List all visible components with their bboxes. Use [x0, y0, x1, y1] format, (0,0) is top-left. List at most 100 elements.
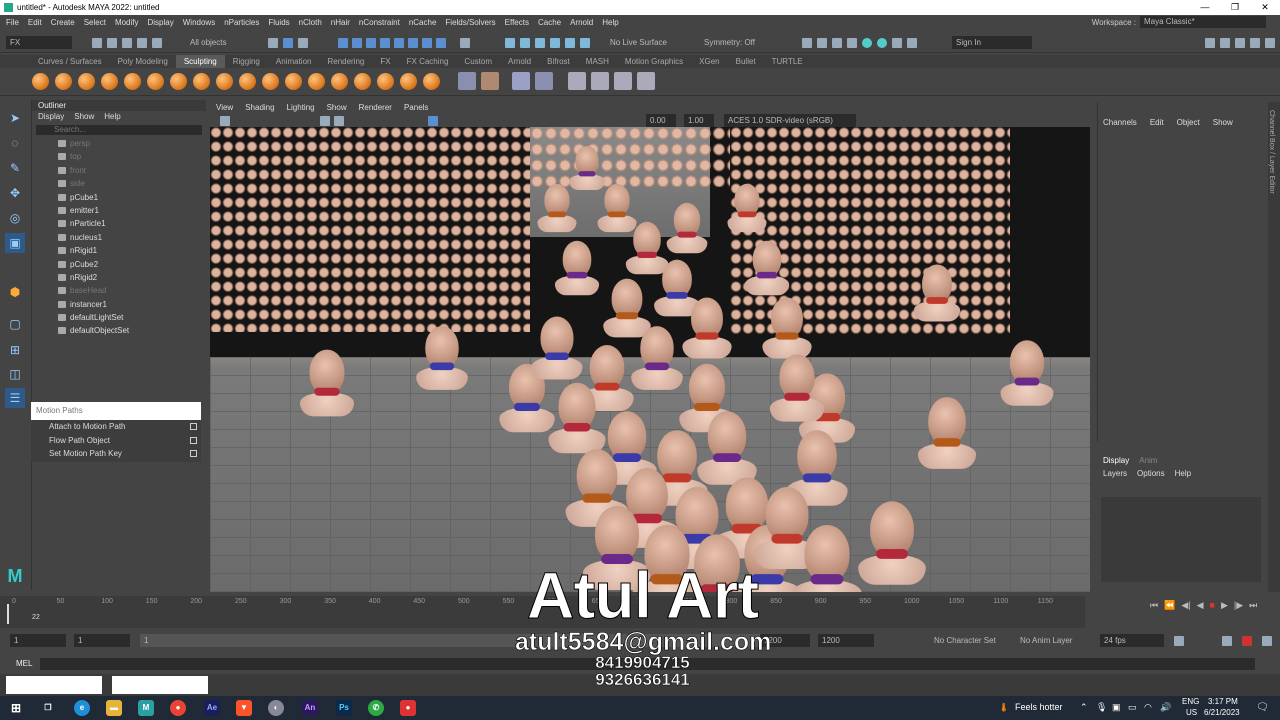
outliner-item[interactable]: nRigid2 — [32, 271, 206, 284]
step-forward-icon[interactable]: |▶ — [1234, 600, 1243, 611]
selection-mask-dropdown[interactable]: All objects — [186, 36, 256, 49]
outliner-item[interactable]: top — [32, 150, 206, 163]
spray-tool-icon[interactable] — [193, 73, 210, 90]
whatsapp-icon[interactable]: ✆ — [368, 700, 384, 716]
edge-browser-icon[interactable]: e — [74, 700, 90, 716]
repeat-tool-icon[interactable] — [216, 73, 233, 90]
panel-menu-renderer[interactable]: Renderer — [359, 102, 392, 114]
panel-menu-show[interactable]: Show — [327, 102, 347, 114]
wax-tool-icon[interactable] — [262, 73, 279, 90]
network-icon[interactable]: ▭ — [1128, 702, 1137, 713]
layer-tab-anim[interactable]: Anim — [1139, 455, 1157, 466]
mic-icon[interactable]: 🎙 — [1096, 702, 1107, 713]
scale-tool-icon[interactable]: ▣ — [5, 233, 25, 253]
restore-icon[interactable]: ❐ — [1220, 0, 1250, 15]
snap-curve-icon[interactable] — [520, 38, 530, 48]
fps-dropdown[interactable]: 24 fps — [1100, 634, 1164, 647]
select-object-icon[interactable] — [283, 38, 293, 48]
mel-label[interactable]: MEL — [16, 659, 32, 668]
mask-icon-2[interactable] — [352, 38, 362, 48]
outliner-item[interactable]: emitter1 — [32, 204, 206, 217]
shelf-tab-sculpting[interactable]: Sculpting — [175, 55, 225, 68]
knife-tool-icon[interactable] — [331, 73, 348, 90]
clock-date[interactable]: 6/21/2023 — [1204, 708, 1240, 717]
layer-menu-options[interactable]: Options — [1137, 469, 1165, 478]
menu-help[interactable]: Help — [602, 18, 618, 27]
viewport-3d[interactable] — [210, 127, 1090, 592]
hypershade-icon[interactable] — [862, 38, 872, 48]
windows-start-icon[interactable]: ⊞ — [8, 700, 24, 716]
render-view-icon[interactable] — [892, 38, 902, 48]
app-icon[interactable]: ◐ — [268, 700, 284, 716]
shelf-tab-turtle[interactable]: TURTLE — [764, 55, 811, 68]
lock-icon[interactable] — [460, 38, 470, 48]
snap-grid-icon[interactable] — [505, 38, 515, 48]
preferences-icon[interactable] — [1262, 636, 1272, 646]
recorder-icon[interactable]: ● — [400, 700, 416, 716]
step-back-icon[interactable]: ◀| — [1181, 600, 1190, 611]
panel-menu-lighting[interactable]: Lighting — [287, 102, 315, 114]
option-box-icon[interactable] — [190, 436, 197, 444]
outliner-item[interactable]: nRigid1 — [32, 244, 206, 257]
shelf-tab-arnold[interactable]: Arnold — [500, 55, 539, 68]
channel-menu-channels[interactable]: Channels — [1103, 118, 1137, 127]
outliner-item[interactable]: persp — [32, 137, 206, 150]
single-view-icon[interactable]: ▢ — [5, 314, 25, 334]
paint-select-icon[interactable]: ✎ — [5, 158, 25, 178]
outliner-item[interactable]: side — [32, 177, 206, 190]
language-code[interactable]: ENG — [1182, 697, 1199, 706]
select-component-icon[interactable] — [298, 38, 308, 48]
undo-icon[interactable] — [137, 38, 147, 48]
outliner-item[interactable]: defaultObjectSet — [32, 324, 206, 337]
shelf-tab-bullet[interactable]: Bullet — [728, 55, 764, 68]
snap-pivot-icon[interactable] — [580, 38, 590, 48]
menu-nparticles[interactable]: nParticles — [224, 18, 259, 27]
arnold-render-icon[interactable] — [877, 38, 887, 48]
ipr-render-icon[interactable] — [832, 38, 842, 48]
outliner-menu-help[interactable]: Help — [104, 111, 120, 123]
outliner-item[interactable]: nucleus1 — [32, 231, 206, 244]
file-explorer-icon[interactable]: ▬ — [106, 700, 122, 716]
layer-tab-display[interactable]: Display — [1103, 455, 1129, 466]
textured-icon[interactable] — [428, 116, 438, 126]
foamy-tool-icon[interactable] — [170, 73, 187, 90]
menu-fluids[interactable]: Fluids — [268, 18, 289, 27]
camera-attributes-icon[interactable] — [220, 116, 230, 126]
shelf-tab-animation[interactable]: Animation — [268, 55, 320, 68]
mask-icon-5[interactable] — [394, 38, 404, 48]
notification-icon[interactable]: 🗨 — [1256, 702, 1269, 713]
tray-app-icon[interactable]: ▣ — [1112, 702, 1121, 713]
relax-tool-icon[interactable] — [78, 73, 95, 90]
render-frame-icon[interactable] — [817, 38, 827, 48]
anim-layer-dropdown[interactable]: No Anim Layer — [1016, 634, 1096, 647]
stop-icon[interactable]: ■ — [1210, 600, 1215, 611]
render-settings-icon[interactable] — [847, 38, 857, 48]
shelf-tab-custom[interactable]: Custom — [456, 55, 500, 68]
menu-create[interactable]: Create — [51, 18, 75, 27]
time-cursor[interactable] — [7, 604, 9, 624]
minimized-window-1[interactable] — [6, 676, 102, 694]
channel-menu-object[interactable]: Object — [1177, 118, 1200, 127]
outliner-item[interactable]: pCube1 — [32, 191, 206, 204]
photoshop-icon[interactable]: Ps — [336, 700, 352, 716]
modeling-toolkit-icon[interactable] — [1205, 38, 1215, 48]
menu-cache[interactable]: Cache — [538, 18, 561, 27]
menu-select[interactable]: Select — [84, 18, 106, 27]
menu-ncloth[interactable]: nCloth — [299, 18, 322, 27]
menu-nconstraint[interactable]: nConstraint — [359, 18, 400, 27]
panel-menu-shading[interactable]: Shading — [245, 102, 274, 114]
tool-settings-icon[interactable] — [1250, 38, 1260, 48]
shelf-tab-fxcaching[interactable]: FX Caching — [399, 55, 457, 68]
mask-icon-3[interactable] — [366, 38, 376, 48]
sculpt-tool-icon[interactable] — [32, 73, 49, 90]
shelf-tab-xgen[interactable]: XGen — [691, 55, 727, 68]
deformer-icon-4[interactable] — [637, 72, 655, 90]
pause-icon[interactable] — [907, 38, 917, 48]
chrome-icon[interactable]: ● — [170, 700, 186, 716]
shelf-tab-curvessurfaces[interactable]: Curves / Surfaces — [30, 55, 110, 68]
go-start-icon[interactable]: ⏮ — [1150, 600, 1158, 611]
outliner-layout-icon[interactable]: ☰ — [5, 388, 25, 408]
close-icon[interactable]: ✕ — [1250, 0, 1280, 15]
auto-key-icon[interactable] — [1242, 636, 1252, 646]
clock-time[interactable]: 3:17 PM — [1208, 697, 1238, 706]
